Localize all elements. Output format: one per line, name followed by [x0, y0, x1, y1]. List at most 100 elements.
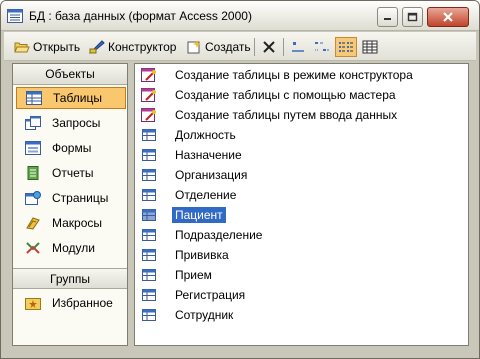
wizard-icon — [141, 88, 157, 102]
list-item[interactable]: Регистрация — [141, 286, 248, 304]
table-icon — [141, 308, 157, 322]
list-item[interactable]: Подразделение — [141, 226, 265, 244]
sidebar-item-label: Страницы — [52, 191, 109, 205]
minimize-icon — [384, 18, 391, 20]
open-icon — [14, 42, 30, 53]
maximize-icon — [407, 12, 418, 22]
list-item[interactable]: Прием — [141, 266, 215, 284]
list-item[interactable]: Сотрудник — [141, 306, 236, 324]
maximize-button[interactable] — [402, 7, 423, 27]
design-icon — [89, 40, 105, 54]
favorites-icon — [24, 295, 42, 311]
delete-button[interactable] — [258, 37, 280, 57]
report-icon — [24, 165, 42, 181]
create-icon — [187, 40, 201, 54]
query-icon — [24, 115, 42, 131]
list-item[interactable]: Прививка — [141, 246, 232, 264]
small-icons-icon — [315, 42, 329, 51]
sidebar-item-tables[interactable]: Таблицы — [16, 87, 126, 109]
sidebar-item-label: Избранное — [52, 296, 113, 310]
list-item-label: Регистрация — [175, 288, 246, 302]
list-item[interactable]: Назначение — [141, 146, 245, 164]
table-icon — [141, 148, 157, 162]
list-item-label: Создание таблицы в режиме конструктора — [175, 68, 413, 82]
groups-group-header[interactable]: Группы — [13, 268, 127, 289]
small-icons-button[interactable] — [311, 37, 333, 57]
groups-header-label: Группы — [50, 272, 90, 286]
toolbar-separator — [254, 38, 255, 56]
details-view-button[interactable] — [359, 37, 381, 57]
title-bar[interactable]: БД : база данных (формат Access 2000) — [1, 1, 479, 31]
list-item-label: Организация — [175, 168, 248, 182]
sidebar-item-favorites[interactable]: Избранное — [16, 292, 126, 314]
toolbar: Открыть Конструктор Создать — [4, 32, 476, 61]
database-window-icon — [7, 9, 23, 23]
list-item-label: Назначение — [175, 148, 242, 162]
large-icons-button[interactable] — [287, 37, 309, 57]
objects-list: Создание таблицы в режиме конструктора С… — [134, 63, 469, 346]
window-title: БД : база данных (формат Access 2000) — [29, 9, 252, 23]
list-item[interactable]: Создание таблицы с помощью мастера — [141, 86, 399, 104]
list-view-button[interactable] — [335, 37, 357, 57]
list-item[interactable]: Отделение — [141, 186, 239, 204]
list-item-label: Прививка — [175, 248, 229, 262]
table-icon — [25, 90, 43, 106]
table-icon — [141, 228, 157, 242]
list-item-label: Должность — [175, 128, 236, 142]
table-icon — [141, 268, 157, 282]
close-button[interactable] — [427, 7, 469, 27]
table-icon — [141, 168, 157, 182]
sidebar-item-pages[interactable]: Страницы — [16, 187, 126, 209]
objects-header-label: Объекты — [45, 67, 95, 81]
page-icon — [24, 190, 42, 206]
form-icon — [24, 140, 42, 156]
delete-icon — [263, 41, 275, 53]
objects-group-header[interactable]: Объекты — [13, 64, 127, 85]
sidebar-item-reports[interactable]: Отчеты — [16, 162, 126, 184]
list-item-label: Пациент — [172, 207, 226, 223]
sidebar-item-label: Модули — [52, 241, 95, 255]
design-label: Конструктор — [108, 40, 177, 54]
sidebar-item-label: Запросы — [52, 116, 101, 130]
sidebar-item-modules[interactable]: Модули — [16, 237, 126, 259]
list-item[interactable]: Пациент — [141, 206, 226, 224]
large-icons-icon — [292, 42, 304, 52]
wizard-icon — [141, 68, 157, 82]
sidebar-item-queries[interactable]: Запросы — [16, 112, 126, 134]
table-icon — [141, 188, 157, 202]
list-item[interactable]: Создание таблицы в режиме конструктора — [141, 66, 416, 84]
database-window: БД : база данных (формат Access 2000) От… — [0, 0, 480, 359]
table-icon — [141, 288, 157, 302]
list-item-label: Создание таблицы с помощью мастера — [175, 88, 396, 102]
list-item-label: Сотрудник — [175, 308, 234, 322]
macro-icon — [24, 215, 42, 231]
details-view-icon — [362, 40, 378, 54]
open-button[interactable]: Открыть — [14, 36, 80, 58]
create-button[interactable]: Создать — [186, 36, 251, 58]
module-icon — [24, 240, 42, 256]
table-icon — [141, 128, 157, 142]
design-button[interactable]: Конструктор — [89, 36, 176, 58]
table-icon — [141, 248, 157, 262]
list-item[interactable]: Создание таблицы путем ввода данных — [141, 106, 400, 124]
sidebar-item-macros[interactable]: Макросы — [16, 212, 126, 234]
create-label: Создать — [205, 40, 251, 54]
list-item[interactable]: Организация — [141, 166, 250, 184]
list-view-icon — [339, 42, 353, 52]
list-item-label: Подразделение — [175, 228, 263, 242]
list-item[interactable]: Должность — [141, 126, 239, 144]
wizard-icon — [141, 108, 157, 122]
list-item-label: Создание таблицы путем ввода данных — [175, 108, 398, 122]
sidebar-item-label: Формы — [52, 141, 92, 155]
list-item-label: Отделение — [175, 188, 237, 202]
sidebar-item-label: Таблицы — [53, 91, 103, 105]
table-icon — [141, 208, 157, 222]
sidebar-item-forms[interactable]: Формы — [16, 137, 126, 159]
sidebar-item-label: Макросы — [52, 216, 103, 230]
close-icon — [443, 12, 453, 22]
minimize-button[interactable] — [377, 7, 398, 27]
open-label: Открыть — [33, 40, 81, 54]
list-item-label: Прием — [175, 268, 212, 282]
toolbar-separator — [283, 38, 284, 56]
sidebar-item-label: Отчеты — [52, 166, 94, 180]
